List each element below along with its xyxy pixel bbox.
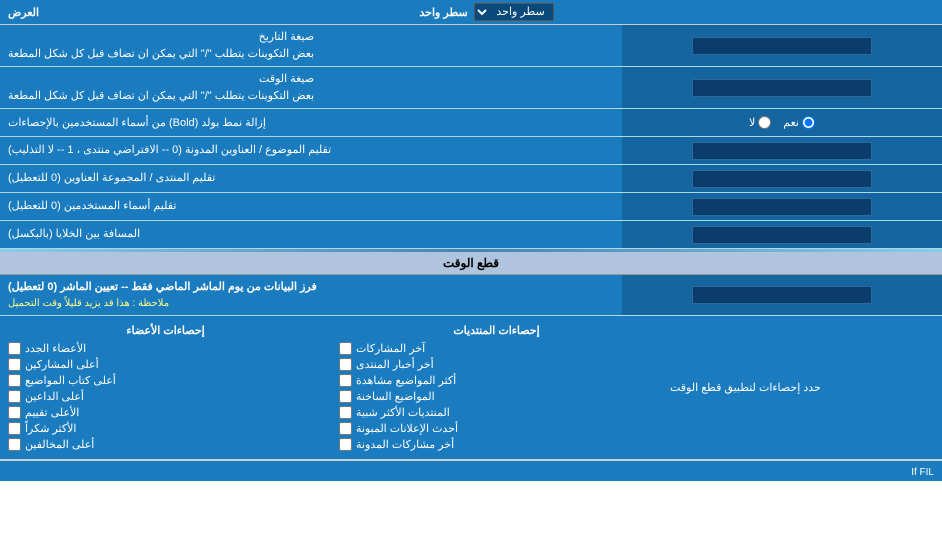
forum-titles-row: 33 تقليم المنتدى / المجموعة العناوين (0 …: [0, 165, 942, 193]
user-names-input-cell: 0: [622, 193, 942, 220]
cb-last-news-input[interactable]: [339, 358, 352, 371]
member-stats-header: إحصاءات الأعضاء: [8, 324, 323, 337]
cb-top-writers: أعلى كتاب المواضيع: [8, 374, 323, 387]
cb-top-violators: أعلى المخالفين: [8, 438, 323, 451]
cell-space-label: المسافة بين الخلايا (بالبكسل): [0, 221, 622, 248]
time-format-label: صيغة الوقت بعض التكوينات يتطلب "/" التي …: [0, 67, 622, 108]
forum-titles-input[interactable]: 33: [692, 170, 872, 188]
cb-top-violators-input[interactable]: [8, 438, 21, 451]
cb-new-members-input[interactable]: [8, 342, 21, 355]
main-container: سطر واحد سطرين ثلاثة أسطر سطر واحد العرض…: [0, 0, 942, 481]
display-mode-select[interactable]: سطر واحد سطرين ثلاثة أسطر: [474, 3, 554, 21]
cb-top-rated-input[interactable]: [8, 406, 21, 419]
bold-radio-cell: نعم لا: [622, 109, 942, 136]
cutoff-days-label: فرز البيانات من يوم الماشر الماضي فقط --…: [0, 275, 622, 315]
cb-most-thanked-input[interactable]: [8, 422, 21, 435]
member-stats-col: إحصاءات الأعضاء الأعضاء الجدد أعلى المشا…: [0, 320, 331, 455]
cb-most-viewed: أكثر المواضيع مشاهدة: [339, 374, 654, 387]
cutoff-days-row: 0 فرز البيانات من يوم الماشر الماضي فقط …: [0, 275, 942, 316]
forum-stats-header: إحصاءات المنتديات: [339, 324, 654, 337]
bold-remove-label: إزالة نمط بولد (Bold) من أسماء المستخدمي…: [0, 109, 622, 136]
bottom-note-text: If FIL: [911, 467, 934, 478]
topic-titles-input[interactable]: 33: [692, 142, 872, 160]
date-format-row: d-m صيغة التاريخ بعض التكوينات يتطلب "/"…: [0, 25, 942, 67]
cb-top-inviters: أعلى الداعين: [8, 390, 323, 403]
time-format-input[interactable]: H:i: [692, 79, 872, 97]
cb-last-news: أخر أخبار المنتدى: [339, 358, 654, 371]
user-names-label: تقليم أسماء المستخدمين (0 للتعطيل): [0, 193, 622, 220]
cb-hot-topics-input[interactable]: [339, 390, 352, 403]
header-label: سطر واحد: [419, 6, 467, 19]
radio-yes[interactable]: [802, 116, 815, 129]
date-format-input[interactable]: d-m: [692, 37, 872, 55]
cb-top-inviters-input[interactable]: [8, 390, 21, 403]
cell-space-row: 2 المسافة بين الخلايا (بالبكسل): [0, 221, 942, 249]
user-names-input[interactable]: 0: [692, 198, 872, 216]
radio-no-label[interactable]: لا: [749, 116, 771, 129]
time-format-row: H:i صيغة الوقت بعض التكوينات يتطلب "/" ا…: [0, 67, 942, 109]
date-format-label: صيغة التاريخ بعض التكوينات يتطلب "/" الت…: [0, 25, 622, 66]
cb-top-rated: الأعلى تقييم: [8, 406, 323, 419]
forum-titles-input-cell: 33: [622, 165, 942, 192]
cb-blog-posts-input[interactable]: [339, 438, 352, 451]
cb-top-posters: أعلى المشاركين: [8, 358, 323, 371]
cutoff-days-input[interactable]: 0: [692, 286, 872, 304]
radio-yes-label[interactable]: نعم: [783, 116, 815, 129]
cb-new-members: الأعضاء الجدد: [8, 342, 323, 355]
cb-last-posts: آخر المشاركات: [339, 342, 654, 355]
page-title-right: العرض: [8, 6, 39, 19]
cb-most-viewed-input[interactable]: [339, 374, 352, 387]
cb-most-similar-input[interactable]: [339, 406, 352, 419]
forum-stats-col: إحصاءات المنتديات آخر المشاركات أخر أخبا…: [331, 320, 662, 455]
forum-titles-label: تقليم المنتدى / المجموعة العناوين (0 للت…: [0, 165, 622, 192]
cb-latest-announce: أحدث الإعلانات المبونة: [339, 422, 654, 435]
stats-apply-label-col: حدد إحصاءات لتطبيق قطع الوقت: [662, 320, 942, 455]
time-format-input-cell: H:i: [622, 67, 942, 108]
user-names-row: 0 تقليم أسماء المستخدمين (0 للتعطيل): [0, 193, 942, 221]
radio-no[interactable]: [758, 116, 771, 129]
cb-hot-topics: المواضيع الساخنة: [339, 390, 654, 403]
bold-remove-row: نعم لا إزالة نمط بولد (Bold) من أسماء ال…: [0, 109, 942, 137]
cutoff-section-header: قطع الوقت: [0, 252, 942, 275]
cell-space-input[interactable]: 2: [692, 226, 872, 244]
cb-most-similar: المنتديات الأكثر شبية: [339, 406, 654, 419]
topic-titles-row: 33 تقليم الموضوع / العناوين المدونة (0 -…: [0, 137, 942, 165]
cb-top-writers-input[interactable]: [8, 374, 21, 387]
cb-most-thanked: الأكثر شكراً: [8, 422, 323, 435]
date-format-input-cell: d-m: [622, 25, 942, 66]
checkbox-area: حدد إحصاءات لتطبيق قطع الوقت إحصاءات الم…: [0, 316, 942, 460]
cell-space-input-cell: 2: [622, 221, 942, 248]
topic-titles-input-cell: 33: [622, 137, 942, 164]
topic-titles-label: تقليم الموضوع / العناوين المدونة (0 -- ا…: [0, 137, 622, 164]
cb-blog-posts: أخر مشاركات المدونة: [339, 438, 654, 451]
header-row: سطر واحد سطرين ثلاثة أسطر سطر واحد العرض: [0, 0, 942, 25]
cb-last-posts-input[interactable]: [339, 342, 352, 355]
cb-top-posters-input[interactable]: [8, 358, 21, 371]
stats-apply-label: حدد إحصاءات لتطبيق قطع الوقت: [670, 381, 821, 394]
cb-latest-announce-input[interactable]: [339, 422, 352, 435]
bottom-note-bar: If FIL: [0, 460, 942, 481]
cutoff-days-input-cell: 0: [622, 275, 942, 315]
